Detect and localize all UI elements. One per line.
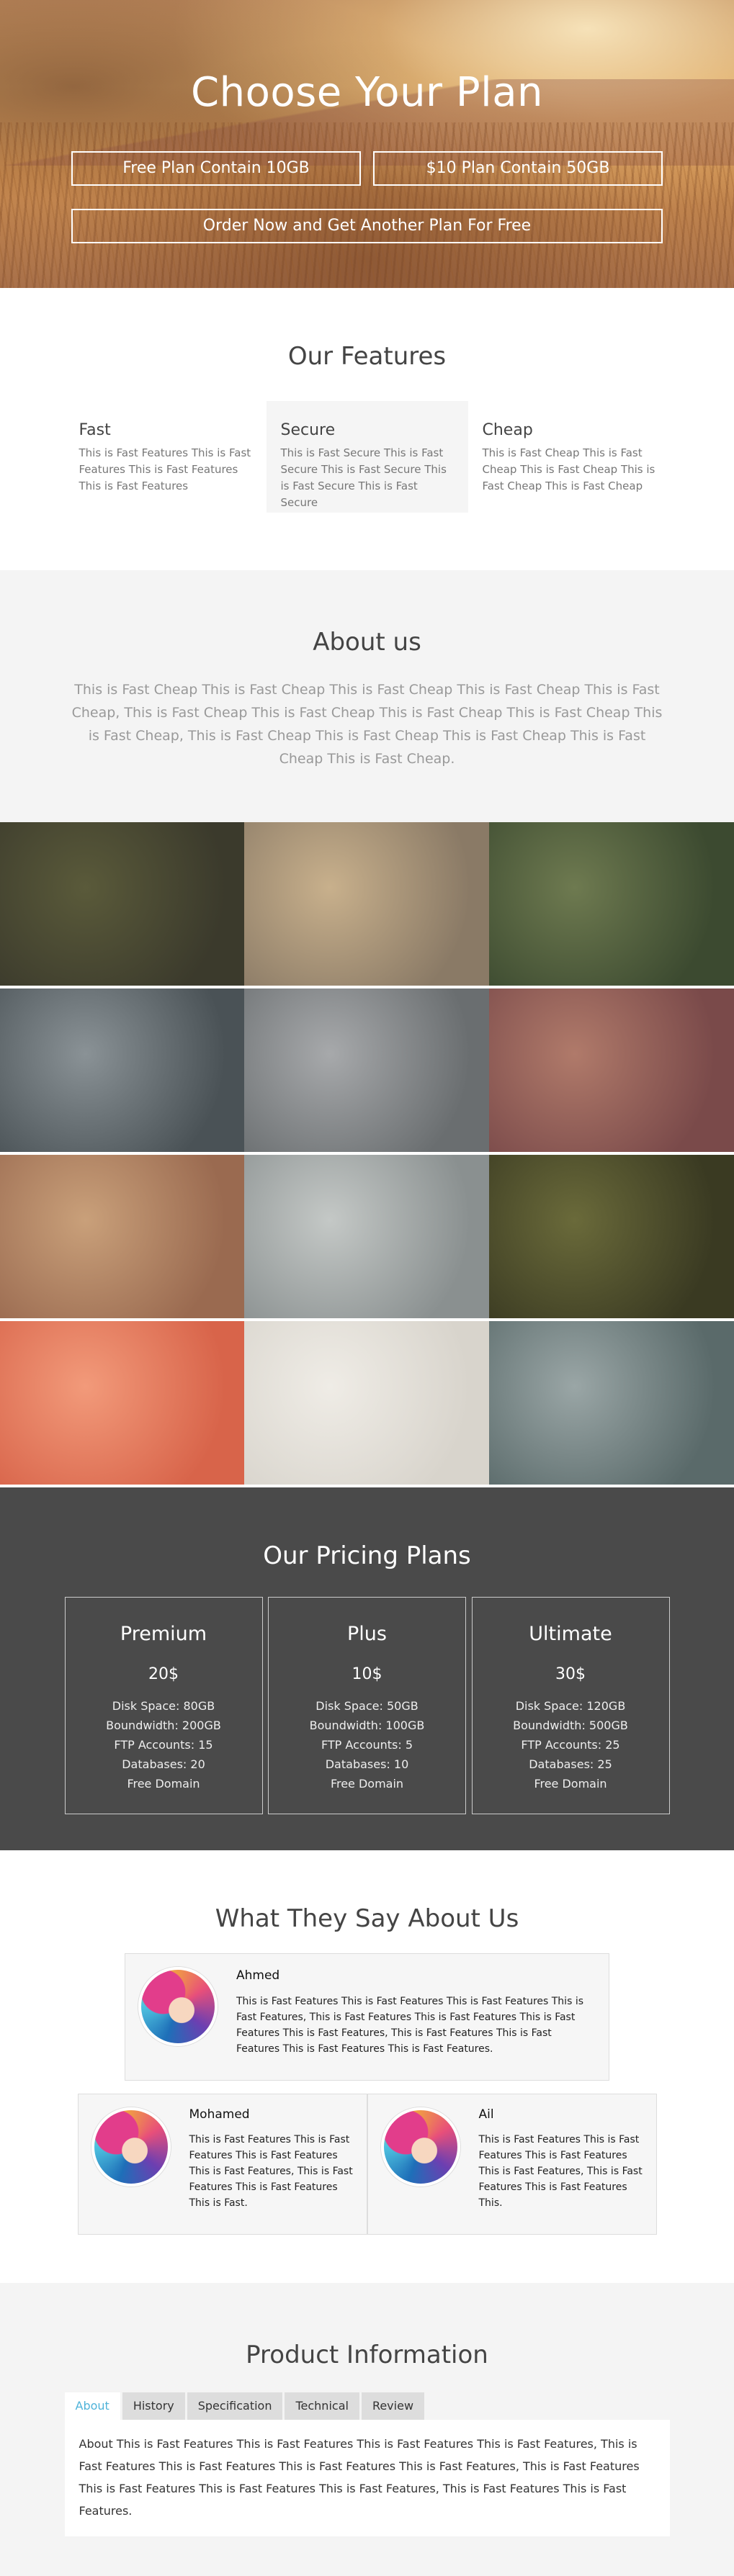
free-plan-button[interactable]: Free Plan Contain 10GB (71, 151, 361, 186)
plan-card-ultimate[interactable]: Ultimate 30$ Disk Space: 120GB Boundwidt… (471, 1597, 670, 1814)
testimonials-section: What They Say About Us Ahmed This is Fas… (0, 1850, 734, 2283)
feature-title: Cheap (482, 421, 533, 439)
plan-feature: Databases: 10 (325, 1757, 409, 1771)
about-section: About us This is Fast Cheap This is Fast… (0, 570, 734, 822)
testimonials-title: What They Say About Us (215, 1904, 519, 1933)
product-tabs: About History Specification Technical Re… (64, 2392, 670, 2420)
feature-card-secure: Secure This is Fast Secure This is Fast … (266, 401, 468, 513)
feature-text: This is Fast Features This is Fast Featu… (79, 446, 251, 492)
plan-name: Premium (120, 1623, 207, 1645)
plan-price: 20$ (148, 1665, 179, 1683)
tab-specification[interactable]: Specification (187, 2392, 283, 2420)
gallery-photo[interactable] (244, 988, 489, 1152)
plan-feature: Free Domain (534, 1777, 607, 1791)
gallery-photo[interactable] (0, 988, 244, 1152)
plan-feature: Boundwidth: 200GB (106, 1719, 221, 1732)
plan-feature: Disk Space: 50GB (315, 1699, 419, 1713)
gallery-photo[interactable] (244, 1321, 489, 1485)
gallery-photo[interactable] (489, 1321, 734, 1485)
feature-text: This is Fast Cheap This is Fast Cheap Th… (482, 446, 655, 492)
testimonial-text: This is Fast Features This is Fast Featu… (236, 1996, 584, 2055)
gallery-photo[interactable] (489, 1155, 734, 1318)
order-now-button[interactable]: Order Now and Get Another Plan For Free (71, 209, 663, 243)
testimonial-name: Ail (478, 2107, 494, 2122)
plan-feature: Free Domain (330, 1777, 404, 1791)
gallery-photo[interactable] (244, 822, 489, 986)
testimonial-card: Ahmed This is Fast Features This is Fast… (125, 1953, 609, 2081)
gallery-photo[interactable] (0, 822, 244, 986)
testimonial-name: Ahmed (236, 1968, 280, 1983)
plan-feature: Boundwidth: 100GB (309, 1719, 425, 1732)
plan-feature: Free Domain (127, 1777, 200, 1791)
plan-name: Ultimate (529, 1623, 612, 1645)
avatar (91, 2107, 171, 2187)
tab-technical[interactable]: Technical (285, 2392, 359, 2420)
feature-card-cheap: Cheap This is Fast Cheap This is Fast Ch… (468, 401, 670, 513)
about-title: About us (313, 628, 421, 657)
feature-title: Fast (79, 421, 111, 439)
tab-history[interactable]: History (122, 2392, 185, 2420)
gallery-photo[interactable] (0, 1321, 244, 1485)
plan-price: 30$ (555, 1665, 586, 1683)
plan-feature: Disk Space: 80GB (112, 1699, 215, 1713)
photo-gallery (0, 822, 734, 1487)
pricing-title: Our Pricing Plans (263, 1541, 471, 1570)
avatar (380, 2107, 460, 2187)
avatar (138, 1967, 218, 2046)
product-info-section: Product Information About History Specif… (0, 2283, 734, 2576)
about-text: This is Fast Cheap This is Fast Cheap Th… (71, 682, 663, 767)
gallery-photo[interactable] (489, 988, 734, 1152)
gallery-photo[interactable] (489, 822, 734, 986)
plan-feature: FTP Accounts: 15 (114, 1738, 213, 1752)
tab-about[interactable]: About (64, 2392, 120, 2420)
paid-plan-button[interactable]: $10 Plan Contain 50GB (373, 151, 663, 186)
plan-card-plus[interactable]: Plus 10$ Disk Space: 50GB Boundwidth: 10… (268, 1597, 466, 1814)
feature-title: Secure (280, 421, 336, 439)
hero-title: Choose Your Plan (190, 69, 544, 116)
tab-review[interactable]: Review (361, 2392, 425, 2420)
hero-background-grass (0, 122, 734, 288)
feature-card-fast: Fast This is Fast Features This is Fast … (65, 401, 267, 513)
testimonial-name: Mohamed (189, 2107, 250, 2122)
plan-feature: Boundwidth: 500GB (513, 1719, 628, 1732)
plan-name: Plus (347, 1623, 387, 1645)
plan-feature: Databases: 25 (529, 1757, 612, 1771)
product-info-title: Product Information (246, 2341, 488, 2369)
plan-feature: Databases: 20 (122, 1757, 205, 1771)
features-title: Our Features (287, 342, 447, 371)
hero-section: Choose Your Plan Free Plan Contain 10GB … (0, 0, 734, 288)
testimonial-text: This is Fast Features This is Fast Featu… (189, 2134, 353, 2209)
plan-feature: FTP Accounts: 5 (321, 1738, 413, 1752)
gallery-photo[interactable] (0, 1155, 244, 1318)
testimonial-card: Mohamed This is Fast Features This is Fa… (77, 2094, 367, 2235)
plan-feature: Disk Space: 120GB (515, 1699, 626, 1713)
plan-price: 10$ (352, 1665, 382, 1683)
pricing-section: Our Pricing Plans Premium 20$ Disk Space… (0, 1487, 734, 1850)
plan-card-premium[interactable]: Premium 20$ Disk Space: 80GB Boundwidth:… (64, 1597, 263, 1814)
testimonial-text: This is Fast Features This is Fast Featu… (478, 2134, 643, 2209)
plan-feature: FTP Accounts: 25 (521, 1738, 620, 1752)
testimonial-card: Ail This is Fast Features This is Fast F… (367, 2094, 657, 2235)
gallery-photo[interactable] (244, 1155, 489, 1318)
features-section: Our Features Fast This is Fast Features … (0, 288, 734, 570)
feature-text: This is Fast Secure This is Fast Secure … (280, 446, 447, 509)
